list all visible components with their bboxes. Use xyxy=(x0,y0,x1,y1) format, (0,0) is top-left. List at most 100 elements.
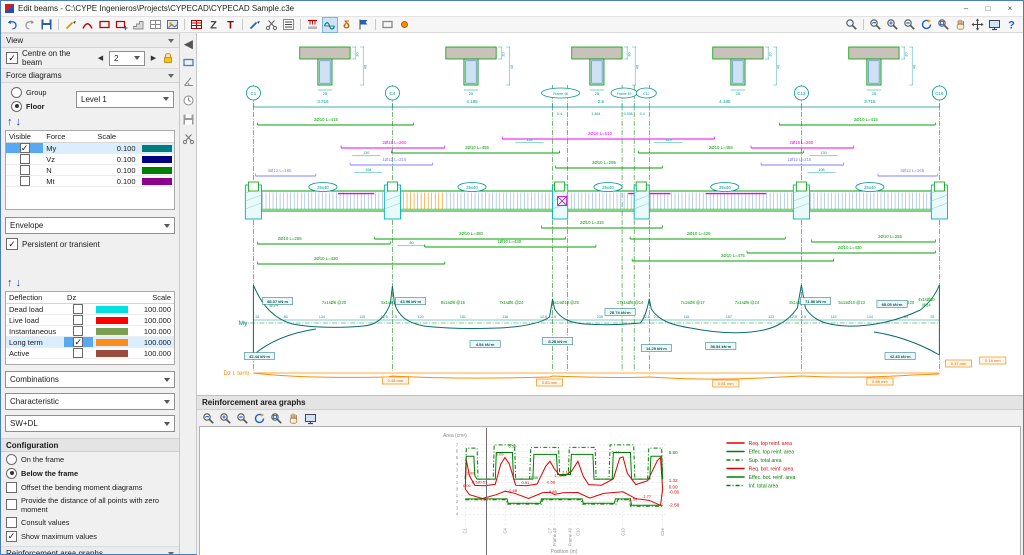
force-color-swatch[interactable] xyxy=(141,166,172,174)
drawings-icon[interactable] xyxy=(356,17,372,33)
lock-icon[interactable] xyxy=(162,52,174,64)
maximize-button[interactable]: □ xyxy=(977,2,999,15)
beam-options-icon[interactable] xyxy=(114,17,130,33)
beam-drawing-canvas[interactable]: 3.716 4.185 2.6 4.185 3.716 0.4 1.464 0.336 0.4 C… xyxy=(197,33,1023,396)
zoom-out-icon[interactable] xyxy=(902,17,918,33)
radio-group[interactable]: Group xyxy=(6,85,76,99)
zoom-all-icon[interactable] xyxy=(218,410,234,426)
deflection-scale[interactable]: 100.000 xyxy=(132,338,174,347)
edit-frame-icon[interactable] xyxy=(380,17,396,33)
capture-icon[interactable] xyxy=(303,410,319,426)
level-select[interactable]: Level 1 xyxy=(76,90,174,108)
pan-icon[interactable] xyxy=(286,410,302,426)
deflection-color-swatch[interactable] xyxy=(95,316,128,324)
save-view-icon[interactable] xyxy=(180,111,196,127)
force-row-N[interactable]: N 0.100 xyxy=(6,165,174,176)
sloped-beam-icon[interactable] xyxy=(131,17,147,33)
deflection-row-dead-load[interactable]: Dead load 100.000 xyxy=(6,304,174,315)
reinforcement-area-chart[interactable]: 7 6 5 4 3 2 1 0 1 2 3 4 C1 C4 C7 Frame 48 Frame 49 C10 C13… xyxy=(199,426,1021,555)
envelope-select[interactable]: Envelope xyxy=(5,217,175,234)
consult-point-icon[interactable] xyxy=(397,17,413,33)
view-section-header[interactable]: View xyxy=(1,33,179,48)
cut-tool-icon[interactable] xyxy=(180,130,196,146)
dz-checkbox[interactable] xyxy=(73,315,84,325)
dz-checkbox[interactable] xyxy=(73,326,84,336)
z-sections-icon[interactable]: Z xyxy=(206,17,222,33)
deflection-scale[interactable]: 100.000 xyxy=(132,305,174,314)
loads-icon[interactable] xyxy=(305,17,321,33)
dz-checkbox[interactable] xyxy=(73,337,84,347)
minimize-button[interactable]: – xyxy=(955,2,977,15)
reorder-arrows-deflection[interactable]: ↑↓ xyxy=(1,276,179,290)
edit-beam-icon[interactable] xyxy=(63,17,79,33)
depth-grid-icon[interactable] xyxy=(148,17,164,33)
persistent-checkbox[interactable] xyxy=(6,238,18,250)
config-check-provide-the-distance[interactable]: Provide the distance of all points with … xyxy=(1,494,179,515)
deflection-scale[interactable]: 100.000 xyxy=(132,349,174,358)
radio-below-the-frame-radio[interactable] xyxy=(6,467,17,479)
deflection-color-swatch[interactable] xyxy=(95,305,128,313)
zoom-window-icon[interactable] xyxy=(269,410,285,426)
pan-icon[interactable] xyxy=(953,17,969,33)
force-scale[interactable]: 0.100 xyxy=(94,144,138,153)
checkbox[interactable] xyxy=(6,516,17,528)
force-row-My[interactable]: My 0.100 xyxy=(6,143,174,154)
deflection-row-instantaneous[interactable]: Instantaneous 100.000 xyxy=(6,326,174,337)
redraw-icon[interactable] xyxy=(252,410,268,426)
deflection-row-long-term[interactable]: Long term 100.000 xyxy=(6,337,174,348)
deflection-icon[interactable]: δ xyxy=(339,17,355,33)
force-color-swatch[interactable] xyxy=(141,177,172,185)
config-check-show-maximum-values[interactable]: Show maximum values xyxy=(1,529,179,543)
zoom-previous-icon[interactable] xyxy=(201,410,217,426)
section-box-icon[interactable] xyxy=(180,54,196,70)
force-row-Vz[interactable]: Vz 0.100 xyxy=(6,154,174,165)
dz-checkbox[interactable] xyxy=(73,348,84,358)
radio-on-the-frame-radio[interactable] xyxy=(6,453,17,465)
combo-characteristic[interactable]: Characteristic xyxy=(5,393,175,410)
force-color-swatch[interactable] xyxy=(141,144,172,152)
search-icon[interactable] xyxy=(844,17,860,33)
clock-tool-icon[interactable] xyxy=(180,92,196,108)
dz-checkbox[interactable] xyxy=(73,304,84,314)
move-view-icon[interactable] xyxy=(970,17,986,33)
beam-number-select[interactable]: 2 xyxy=(109,50,145,66)
centre-on-beam-checkbox[interactable] xyxy=(6,52,18,64)
copy-beam-icon[interactable] xyxy=(165,17,181,33)
radio-floor-radio[interactable] xyxy=(11,100,22,112)
radio-below-the-frame[interactable]: Below the frame xyxy=(1,466,179,480)
visible-checkbox[interactable] xyxy=(19,176,30,186)
curved-beam-icon[interactable] xyxy=(80,17,96,33)
deflection-scale[interactable]: 100.000 xyxy=(132,327,174,336)
redraw-icon[interactable] xyxy=(919,17,935,33)
collapse-panel-icon[interactable]: ◀ xyxy=(180,35,196,51)
force-color-swatch[interactable] xyxy=(141,155,172,163)
zoom-window-icon[interactable] xyxy=(936,17,952,33)
combo-combinations[interactable]: Combinations xyxy=(5,371,175,388)
reorder-arrows[interactable]: ↑↓ xyxy=(1,115,179,129)
force-scale[interactable]: 0.100 xyxy=(94,155,138,164)
config-check-consult-values[interactable]: Consult values xyxy=(1,515,179,529)
deflection-color-swatch[interactable] xyxy=(95,327,128,335)
force-scale[interactable]: 0.100 xyxy=(94,177,138,186)
undo-icon[interactable] xyxy=(5,17,21,33)
checkbox[interactable] xyxy=(6,481,17,493)
force-scale[interactable]: 0.100 xyxy=(94,166,138,175)
angle-tool-icon[interactable] xyxy=(180,73,196,89)
divide-icon[interactable] xyxy=(264,17,280,33)
checkbox[interactable] xyxy=(6,530,17,542)
next-beam-button[interactable]: ▶ xyxy=(149,54,158,62)
assign-icon[interactable] xyxy=(247,17,263,33)
deflection-row-active[interactable]: Active 100.000 xyxy=(6,348,174,359)
deflection-color-swatch[interactable] xyxy=(95,349,128,357)
force-row-Mt[interactable]: Mt 0.100 xyxy=(6,176,174,187)
radio-on-the-frame[interactable]: On the frame xyxy=(1,452,179,466)
text-sizes-icon[interactable]: T xyxy=(223,17,239,33)
close-button[interactable]: × xyxy=(999,2,1021,15)
deflection-color-swatch[interactable] xyxy=(95,338,128,346)
reinf-graphs-section-header[interactable]: Reinforcement area graphs xyxy=(1,546,179,554)
combo-sw-dl[interactable]: SW+DL xyxy=(5,415,175,432)
visible-checkbox[interactable] xyxy=(19,154,30,164)
deflection-scale[interactable]: 100.000 xyxy=(132,316,174,325)
report-icon[interactable] xyxy=(281,17,297,33)
previous-beam-button[interactable]: ◀ xyxy=(96,54,105,62)
